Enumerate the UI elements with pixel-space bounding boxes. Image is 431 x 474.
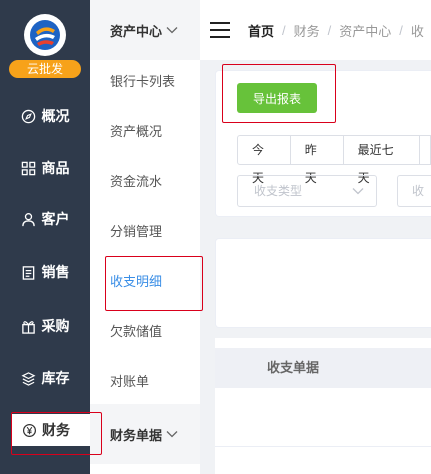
date-tab-today[interactable]: 今天 xyxy=(237,135,291,185)
finance-submenu: 资产中心 银行卡列表 资产概况 资金流水 分销管理 收支明细 欠款储值 对账单 … xyxy=(90,0,200,474)
submenu-item-debt-deposit[interactable]: 欠款储值 xyxy=(110,323,162,341)
brand-name-badge: 云批发 xyxy=(9,60,81,78)
sidebar-item-products[interactable]: 商品 xyxy=(0,152,90,184)
breadcrumb-home[interactable]: 首页 xyxy=(248,21,274,40)
sidebar-item-label: 概况 xyxy=(41,108,70,124)
date-tab-overflow[interactable] xyxy=(419,135,431,165)
sidebar-item-label: 销售 xyxy=(41,264,70,280)
chevron-down-icon xyxy=(166,26,178,34)
chevron-down-icon xyxy=(352,176,364,206)
sidebar-item-label: 采购 xyxy=(41,318,70,334)
app-logo[interactable] xyxy=(24,14,66,56)
layers-icon xyxy=(21,370,37,386)
income-type-select[interactable]: 收支类型 xyxy=(237,175,377,207)
submenu-group-finance-docs[interactable]: 财务单据 xyxy=(90,404,200,464)
sidebar-item-purchase[interactable]: 采购 xyxy=(0,310,90,342)
sidebar-item-overview[interactable]: 概况 xyxy=(0,100,90,132)
submenu-group-asset-center[interactable]: 资产中心 xyxy=(90,0,200,60)
highlight-finance-item xyxy=(11,412,102,455)
breadcrumb: 首页 / 财务 / 资产中心 / 收 xyxy=(248,21,424,40)
gift-icon xyxy=(21,318,37,334)
highlight-export-button xyxy=(222,64,336,123)
sidebar-item-label: 客户 xyxy=(41,211,70,227)
submenu-item-distribution[interactable]: 分销管理 xyxy=(110,223,162,241)
second-filter-select[interactable]: 收 xyxy=(397,175,431,207)
breadcrumb-current: 收 xyxy=(410,23,424,39)
compass-icon xyxy=(21,108,37,124)
submenu-item-bank-cards[interactable]: 银行卡列表 xyxy=(110,73,175,91)
date-tab-yesterday[interactable]: 昨天 xyxy=(289,135,344,185)
summary-card xyxy=(215,238,431,328)
chevron-down-icon xyxy=(166,430,178,438)
date-tab-last-seven-days[interactable]: 最近七天 xyxy=(342,135,421,185)
highlight-income-expense-item xyxy=(105,256,203,311)
main-sidebar: 云批发 概况 商品 客户 销售 采购 库存 财务 xyxy=(0,0,90,474)
top-header: 首页 / 财务 / 资产中心 / 收 xyxy=(200,0,431,60)
submenu-group-title: 财务单据 xyxy=(110,427,163,443)
date-range-tabs: 今天 昨天 最近七天 xyxy=(237,135,431,185)
grid-icon xyxy=(21,160,37,176)
sidebar-item-inventory[interactable]: 库存 xyxy=(0,362,90,394)
select-placeholder: 收支类型 xyxy=(254,184,303,198)
user-icon xyxy=(21,211,37,227)
submenu-item-cash-flow[interactable]: 资金流水 xyxy=(110,173,162,191)
menu-toggle-icon[interactable] xyxy=(210,22,230,38)
sidebar-item-customers[interactable]: 客户 xyxy=(0,203,90,235)
submenu-group-title: 资产中心 xyxy=(110,23,163,39)
sidebar-item-label: 商品 xyxy=(41,160,70,176)
breadcrumb-separator: / xyxy=(399,22,403,38)
breadcrumb-finance[interactable]: 财务 xyxy=(294,21,320,40)
breadcrumb-asset-center[interactable]: 资产中心 xyxy=(339,21,391,40)
breadcrumb-separator: / xyxy=(282,22,286,38)
clipboard-icon xyxy=(21,264,37,280)
column-header-document[interactable]: 收支单据 xyxy=(267,348,319,388)
table-divider xyxy=(215,446,431,447)
breadcrumb-separator: / xyxy=(327,22,332,38)
submenu-item-asset-overview[interactable]: 资产概况 xyxy=(110,123,162,141)
submenu-item-statement[interactable]: 对账单 xyxy=(110,373,149,391)
records-table: 收支单据 xyxy=(215,338,431,474)
table-header-row: 收支单据 xyxy=(215,348,431,388)
sidebar-item-sales[interactable]: 销售 xyxy=(0,256,90,288)
sidebar-item-label: 库存 xyxy=(41,370,70,386)
logo-icon xyxy=(30,20,60,50)
